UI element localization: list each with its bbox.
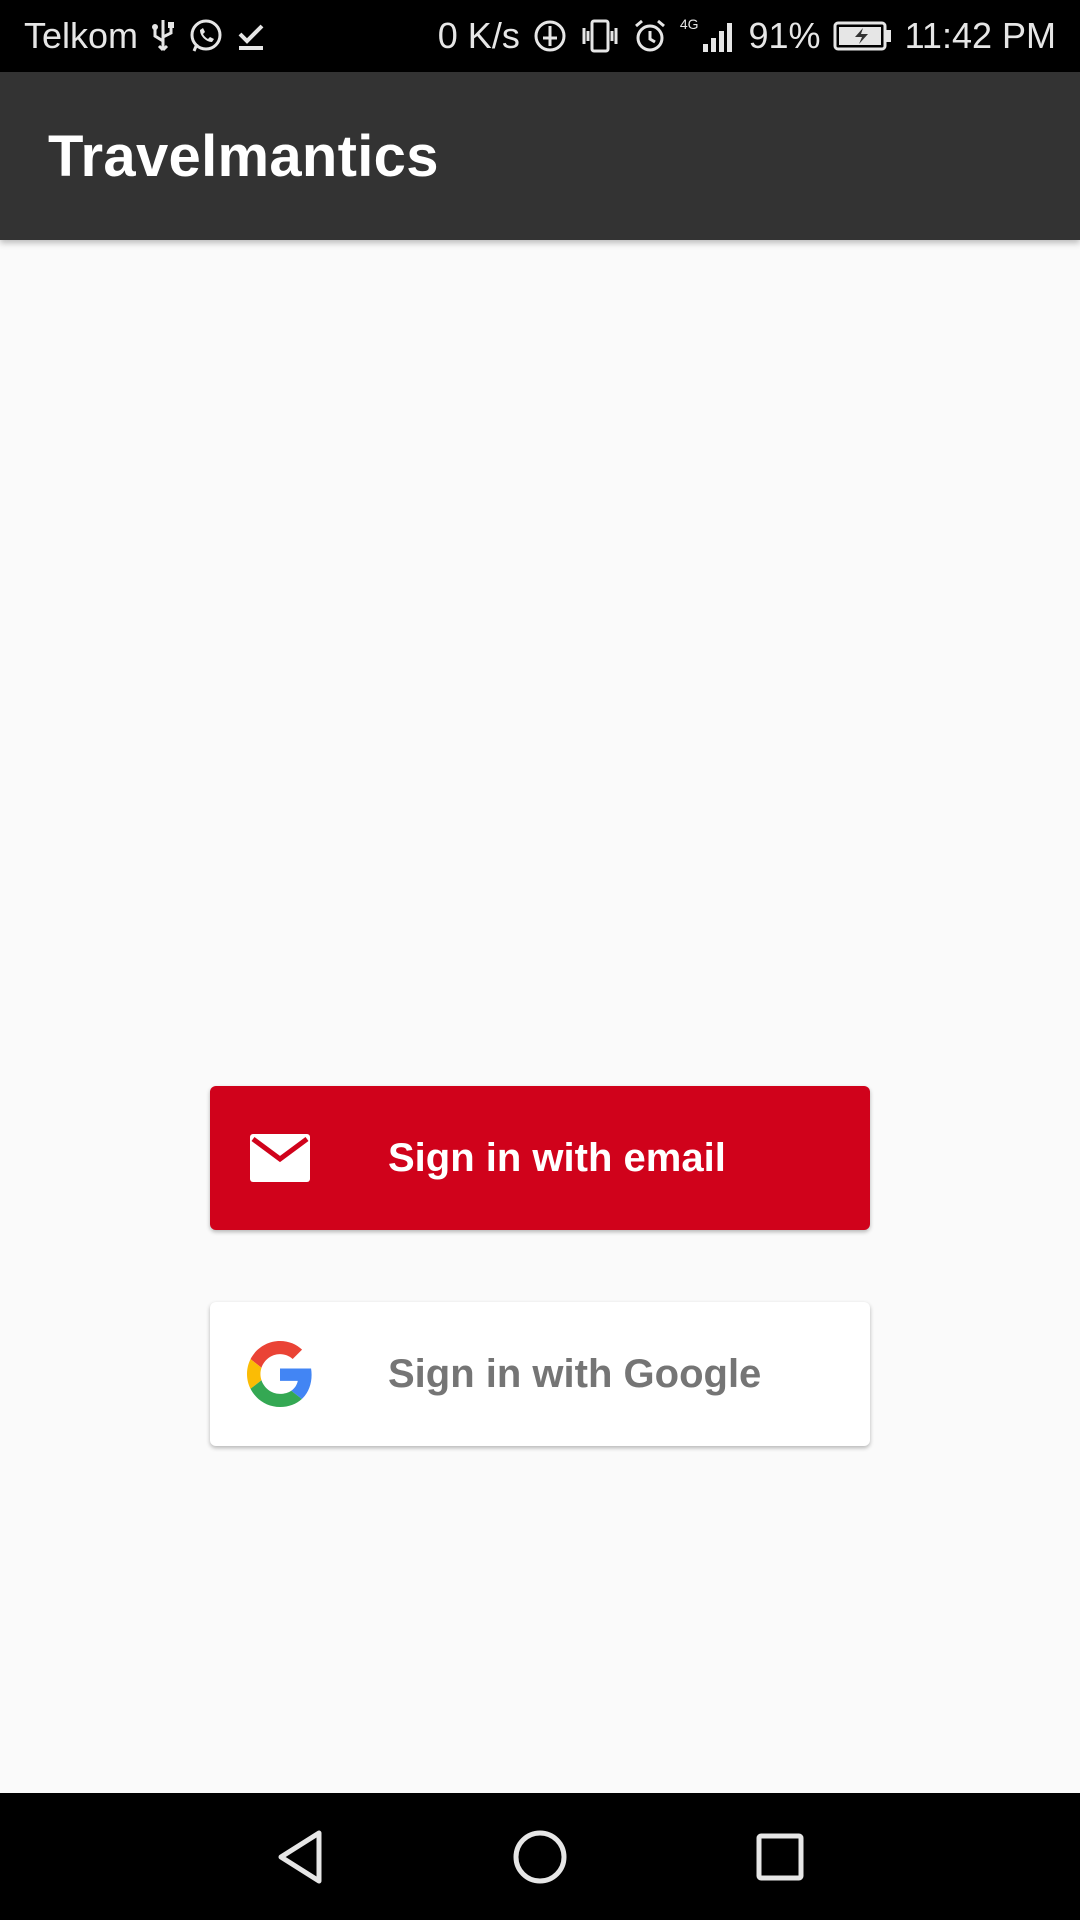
- sign-in-email-label: Sign in with email: [388, 1135, 726, 1180]
- home-icon[interactable]: [495, 1812, 585, 1902]
- network-type: 4G: [679, 16, 699, 32]
- sign-in-email-button[interactable]: Sign in with email: [210, 1086, 870, 1230]
- system-nav-bar: [0, 1793, 1080, 1920]
- status-bar: Telkom 0 K/s 4G 91% 11:42 PM: [0, 0, 1080, 72]
- usb-icon: [150, 16, 176, 56]
- app-title: Travelmantics: [48, 123, 439, 189]
- status-bar-right: 0 K/s 4G 91% 11:42 PM: [438, 15, 1056, 57]
- app-bar: Travelmantics: [0, 72, 1080, 240]
- sign-in-content: [0, 240, 1080, 1793]
- mail-icon: [210, 1086, 350, 1230]
- recents-icon[interactable]: [735, 1812, 825, 1902]
- alarm-icon: [632, 16, 668, 56]
- download-done-icon: [236, 16, 266, 56]
- clock: 11:42 PM: [904, 15, 1056, 56]
- battery-percent: 91%: [748, 15, 821, 56]
- battery-charging-icon: [833, 16, 893, 56]
- whatsapp-icon: [188, 16, 224, 56]
- google-logo-icon: [210, 1302, 350, 1446]
- status-bar-left: Telkom: [24, 15, 266, 57]
- sign-in-google-label: Sign in with Google: [388, 1351, 762, 1396]
- carrier-name: Telkom: [24, 15, 139, 56]
- back-icon[interactable]: [255, 1812, 345, 1902]
- signal-icon: 4G: [680, 16, 737, 56]
- net-speed: 0 K/s: [437, 15, 520, 56]
- vibrate-icon: [580, 16, 620, 56]
- data-saver-icon: [532, 16, 568, 56]
- sign-in-google-button[interactable]: Sign in with Google: [210, 1302, 870, 1446]
